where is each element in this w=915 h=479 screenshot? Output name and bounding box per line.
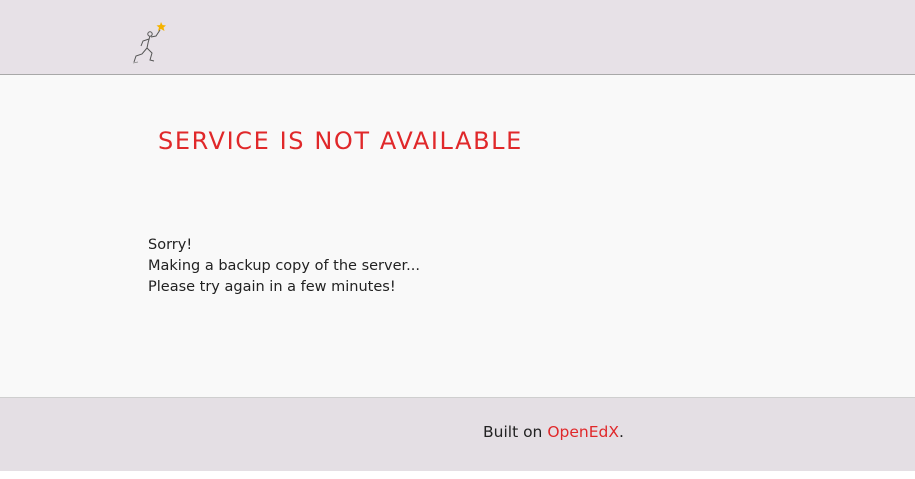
- footer-suffix: .: [618, 423, 624, 441]
- footer-credit: Built on OpenEdX.: [483, 423, 624, 441]
- message-line-sorry: Sorry!: [148, 237, 193, 253]
- runner-with-torch-icon: [132, 22, 166, 64]
- message-line-retry: Please try again in a few minutes!: [148, 279, 396, 295]
- page-title: SERVICE IS NOT AVAILABLE: [158, 127, 523, 155]
- site-header: [0, 0, 915, 75]
- message-line-backup: Making a backup copy of the server...: [148, 258, 420, 274]
- site-logo-link[interactable]: [130, 20, 170, 66]
- main-content: SERVICE IS NOT AVAILABLE Sorry! Making a…: [0, 75, 915, 397]
- error-message: Sorry! Making a backup copy of the serve…: [148, 235, 420, 298]
- site-footer: Built on OpenEdX.: [0, 397, 915, 471]
- footer-prefix: Built on: [483, 423, 548, 441]
- openedx-link[interactable]: OpenEdX: [547, 423, 619, 441]
